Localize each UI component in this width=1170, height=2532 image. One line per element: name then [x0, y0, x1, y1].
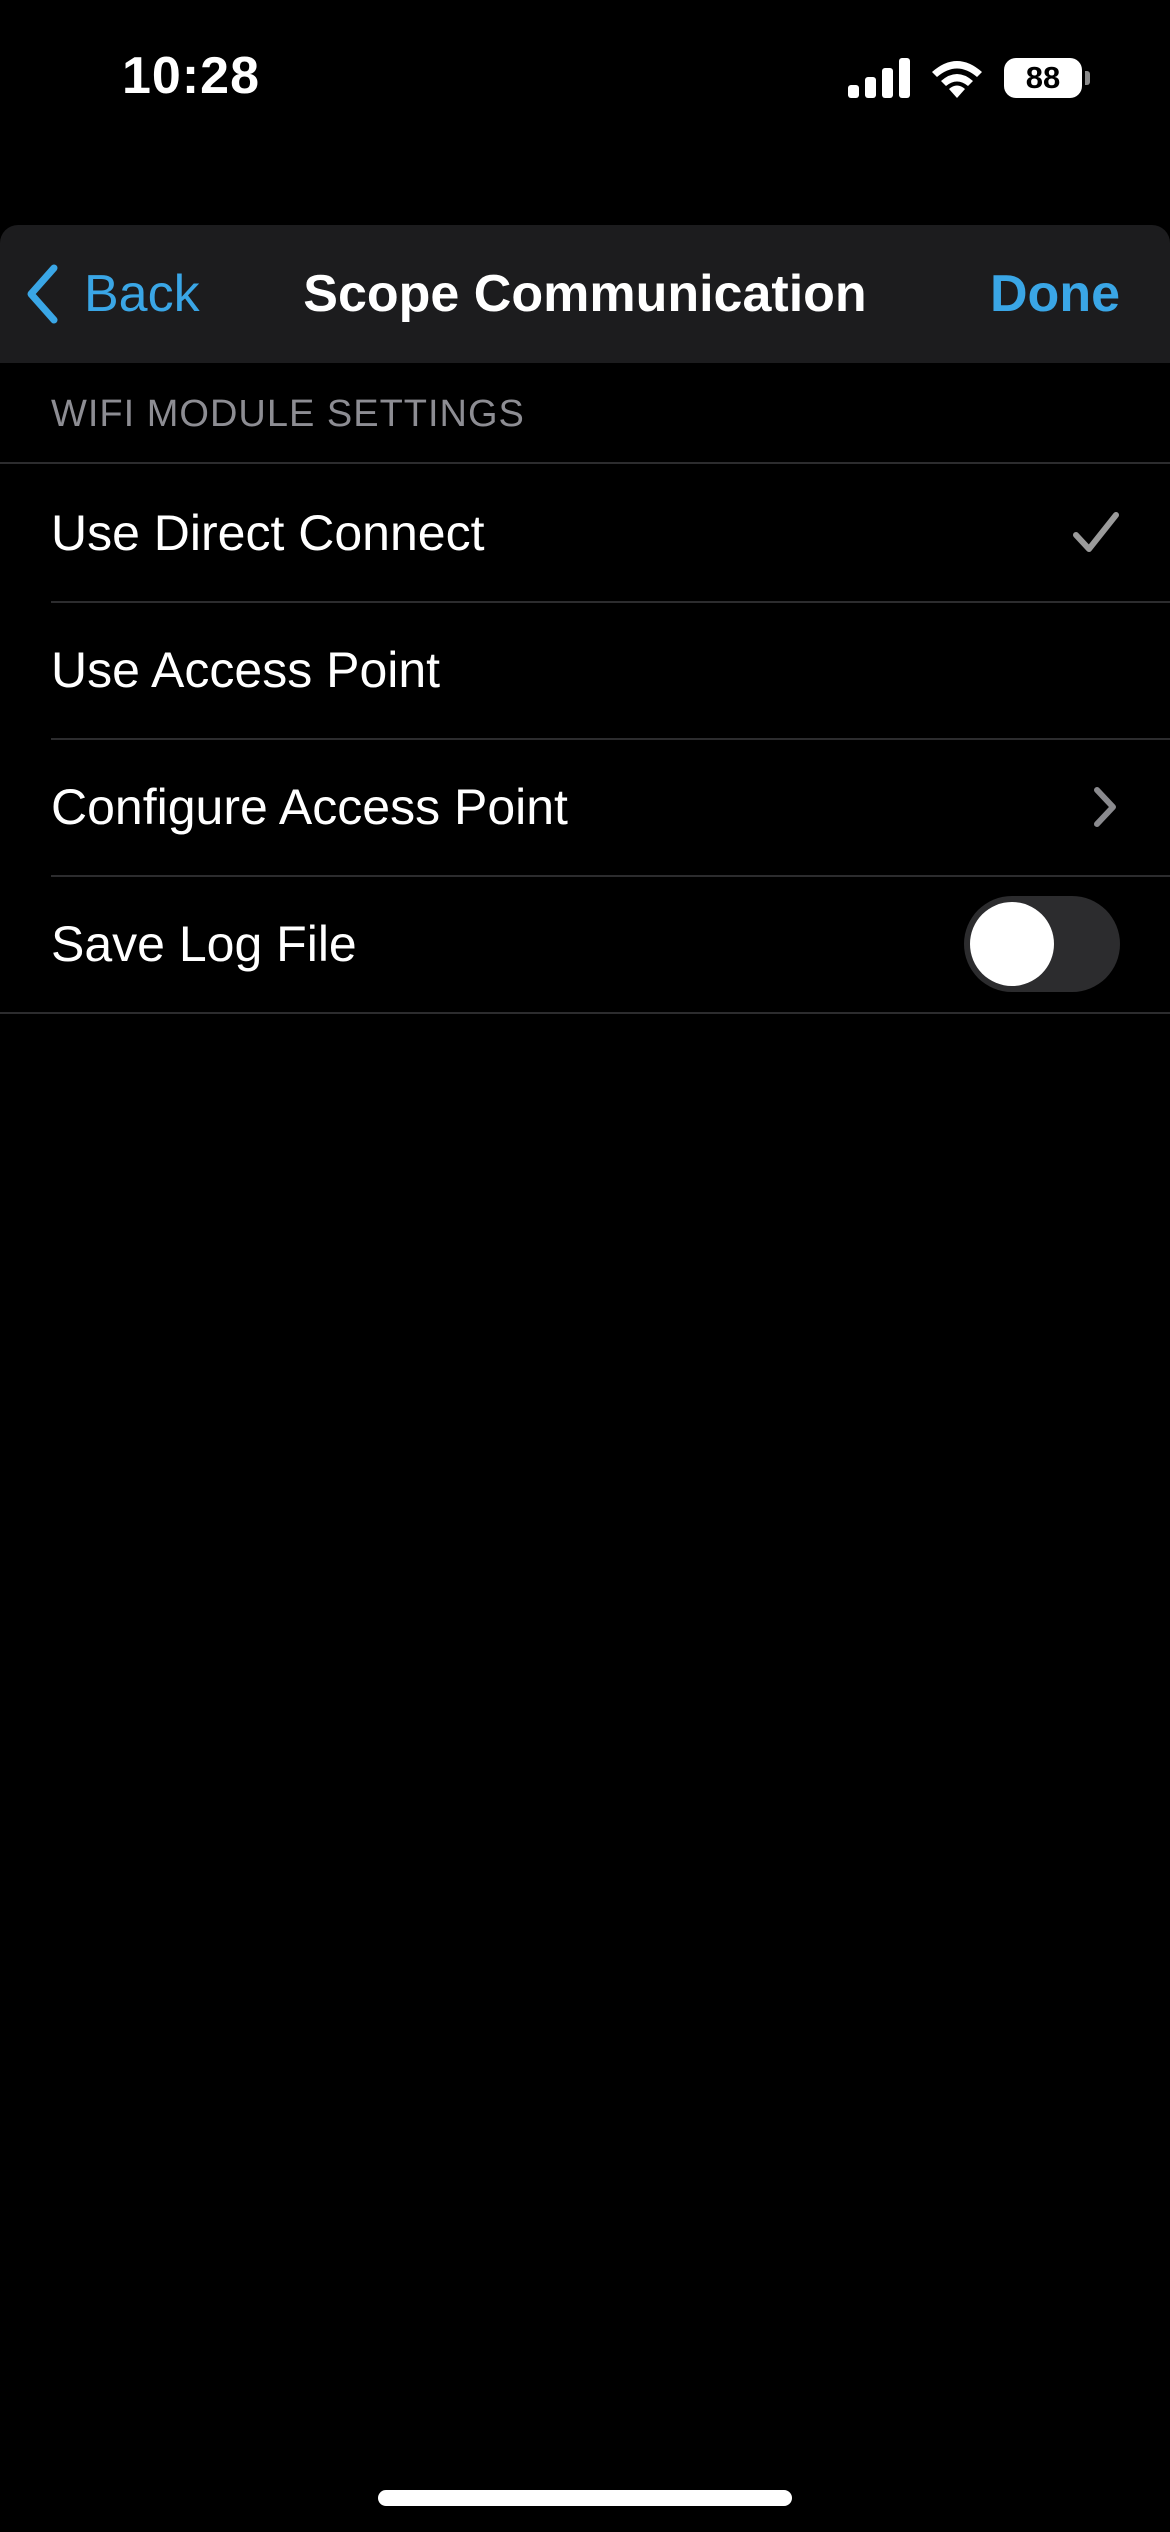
row-use-access-point[interactable]: Use Access Point — [0, 601, 1170, 738]
toggle-knob — [970, 901, 1054, 986]
row-label: Use Direct Connect — [51, 504, 485, 561]
back-button-label: Back — [84, 265, 200, 323]
done-button[interactable]: Done — [990, 225, 1120, 363]
row-label: Configure Access Point — [51, 778, 568, 835]
section-header: WIFI MODULE SETTINGS — [51, 393, 525, 435]
row-configure-access-point[interactable]: Configure Access Point — [0, 738, 1170, 875]
chevron-right-icon — [1094, 786, 1116, 827]
row-save-log-file: Save Log File — [0, 875, 1170, 1012]
battery-level: 88 — [1004, 58, 1082, 98]
chevron-left-icon — [27, 264, 58, 324]
navigation-bar: Scope Communication Back Done — [0, 225, 1170, 363]
save-log-file-toggle[interactable] — [964, 895, 1120, 992]
wifi-icon — [932, 61, 982, 98]
battery-icon: 88 — [1004, 58, 1090, 98]
battery-tip — [1085, 71, 1090, 85]
home-indicator[interactable] — [378, 2490, 792, 2506]
row-label: Use Access Point — [51, 641, 441, 698]
signal-icon — [848, 58, 910, 98]
row-use-direct-connect[interactable]: Use Direct Connect — [0, 464, 1170, 601]
status-bar: 10:28 88 — [0, 0, 1170, 150]
row-label: Save Log File — [51, 915, 357, 972]
status-time: 10:28 — [122, 47, 260, 105]
status-icons: 88 — [848, 56, 1090, 100]
back-button[interactable]: Back — [24, 225, 200, 363]
checkmark-icon — [1073, 511, 1119, 552]
settings-list: Use Direct Connect Use Access Point Conf… — [0, 462, 1170, 1014]
